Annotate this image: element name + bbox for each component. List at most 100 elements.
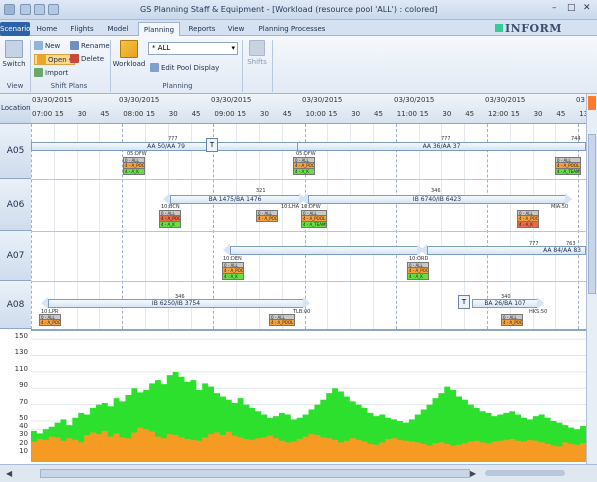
gantt-chart[interactable]: 777 777 744 AA 50/AA 79 T AA 36/AA 37 05… <box>31 124 586 329</box>
date-label: 03/30/2015 <box>485 96 526 104</box>
flight-bar-label: AA 36/AA 37 <box>422 143 461 150</box>
time-label: 15 <box>146 110 155 118</box>
undo-icon[interactable] <box>34 4 45 15</box>
turnaround-marker[interactable]: T <box>206 138 218 152</box>
chevron-right-icon[interactable]: ▶ <box>470 469 476 478</box>
flight-bar-label: IB 6250/IB 3754 <box>151 300 201 307</box>
horizontal-scrollbar[interactable]: ◀ ▶ <box>0 464 597 482</box>
new-label: New <box>45 41 61 50</box>
flight-bar[interactable]: BA 26/BA 107 <box>472 299 538 308</box>
edit-pool-icon <box>150 63 159 72</box>
y-tick-label: 10 <box>19 446 28 455</box>
shifts-button[interactable]: Shifts <box>245 40 269 66</box>
window-title: GS Planning Staff & Equipment - [Workloa… <box>140 5 438 14</box>
location-row-a08[interactable]: A08 <box>0 281 31 329</box>
flight-time-label: MIA:50 <box>551 204 569 210</box>
rename-label: Rename <box>81 41 110 50</box>
location-row-a07[interactable]: A07 <box>0 231 31 281</box>
delete-button[interactable]: Delete <box>70 54 104 63</box>
ribbon-separator <box>110 40 111 92</box>
staff-assignment[interactable]: 0 - ALL 4 - A_POOL 4 - A_K <box>123 157 145 175</box>
arrow-left-icon <box>41 297 48 309</box>
maximize-icon[interactable]: □ <box>567 3 576 13</box>
workload-y-axis: 10 20 30 40 50 70 90 110 130 150 <box>0 329 31 464</box>
flight-bar-label: AA 50/AA 79 <box>147 143 185 150</box>
staff-assignment[interactable]: 0 - ALL 4 - A_POOL <box>256 210 278 222</box>
tag-pool: 4 - A_POOL <box>501 320 523 326</box>
date-label: 03/30/2015 <box>302 96 343 104</box>
new-button[interactable]: New <box>34 41 60 50</box>
tag-k: 4 - A_K <box>159 222 181 228</box>
grid-line <box>373 124 374 329</box>
open-icon <box>37 55 46 64</box>
tab-model[interactable]: Model <box>104 22 132 36</box>
scrollbar-thumb[interactable] <box>588 134 596 294</box>
staff-assignment[interactable]: 0 - ALL 4 - A_POOL 4 - A_K <box>159 210 181 228</box>
time-label: 15 <box>237 110 247 118</box>
arrow-right-icon <box>537 297 544 309</box>
time-label: 11:00 <box>396 110 417 118</box>
aircraft-type-label: 321 <box>256 188 266 194</box>
staff-assignment[interactable]: 0 - ALL 4 - A_POOL 4 - A_TEAMS <box>555 157 581 175</box>
resource-pool-select[interactable]: * ALL ▾ <box>148 42 238 55</box>
new-icon <box>34 41 43 50</box>
import-button[interactable]: Import <box>34 68 68 77</box>
time-label: 30 <box>351 110 361 118</box>
flight-bar-label: BA 1475/BA 1476 <box>208 196 262 203</box>
minimize-icon[interactable]: – <box>552 3 557 13</box>
tag-pool: 4 - A_POOL <box>269 320 295 326</box>
vertical-scrollbar[interactable] <box>586 94 597 464</box>
staff-assignment[interactable]: 0 - ALL 4 - A_POOL <box>39 314 61 326</box>
staff-assignment[interactable]: 0 - ALL 4 - A_POOL 4 - A_K <box>407 262 429 280</box>
turnaround-marker[interactable]: T <box>458 295 470 309</box>
tab-reports[interactable]: Reports <box>186 22 218 36</box>
switch-button[interactable]: Switch <box>2 40 26 68</box>
redo-icon[interactable] <box>48 4 59 15</box>
location-row-a06[interactable]: A06 <box>0 179 31 231</box>
time-label: 45 <box>465 110 475 118</box>
flight-bar[interactable]: AA 36/AA 37 <box>297 142 586 151</box>
flight-bar[interactable]: BA 1475/BA 1476 <box>170 195 300 204</box>
ribbon-separator <box>30 40 31 92</box>
logo-icon <box>495 24 503 32</box>
flight-bar[interactable]: IB 6250/IB 3754 <box>48 299 304 308</box>
zoom-slider[interactable] <box>485 470 565 476</box>
staff-assignment[interactable]: 0 - ALL 4 - A_POOL <box>501 314 523 326</box>
workload-button[interactable]: Workload <box>113 40 145 68</box>
rename-button[interactable]: Rename <box>70 41 110 50</box>
tab-home[interactable]: Home <box>34 22 60 36</box>
date-label: 03/30/2015 <box>32 96 73 104</box>
edit-pool-display-button[interactable]: Edit Pool Display <box>150 63 219 72</box>
tag-k: 4 - A_K <box>123 169 145 175</box>
grid-line <box>350 124 352 329</box>
time-label: 15 <box>328 110 338 118</box>
tab-scenario[interactable]: Scenario <box>0 22 30 36</box>
hscroll-thumb[interactable] <box>40 469 470 478</box>
staff-assignment[interactable]: 0 - ALL 4 - A_POOL <box>269 314 295 326</box>
workload-icon <box>120 40 138 58</box>
flight-bar[interactable]: AA 50/AA 79 <box>31 142 301 151</box>
rename-icon <box>70 41 79 50</box>
staff-assignment[interactable]: 0 - ALL 4 - A_POOL 4 - A_TEAMS <box>301 210 327 228</box>
tab-planning-processes[interactable]: Planning Processes <box>256 22 328 36</box>
flight-bar[interactable]: AA 84/AA 83 <box>427 246 586 255</box>
tab-view[interactable]: View <box>224 22 248 36</box>
location-row-a05[interactable]: A05 <box>0 124 31 179</box>
close-icon[interactable]: ✕ <box>583 3 591 13</box>
group-shift-plans-label: Shift Plans <box>50 82 88 90</box>
staff-assignment[interactable]: 0 - ALL 4 - A_POOL 4 - A_K <box>222 262 244 280</box>
grid-line <box>418 124 420 329</box>
flight-bar[interactable] <box>230 246 418 255</box>
scroll-marker <box>588 96 596 110</box>
staff-assignment[interactable]: 0 - ALL 4 - A_POOL 4 - A_K <box>517 210 539 228</box>
flight-bar[interactable]: IB 6740/IB 6423 <box>308 195 566 204</box>
tab-flights[interactable]: Flights <box>67 22 97 36</box>
workload-label: Workload <box>112 60 146 68</box>
tag-k: 4 - A_K <box>222 274 244 280</box>
tag-pool: 4 - A_POOL <box>39 320 61 326</box>
tab-planning[interactable]: Planning <box>138 22 180 36</box>
staff-assignment[interactable]: 0 - ALL 4 - A_POOL 4 - A_K <box>293 157 315 175</box>
chevron-left-icon[interactable]: ◀ <box>6 469 12 478</box>
save-icon[interactable] <box>20 4 31 15</box>
time-label: 12:00 <box>488 110 509 118</box>
